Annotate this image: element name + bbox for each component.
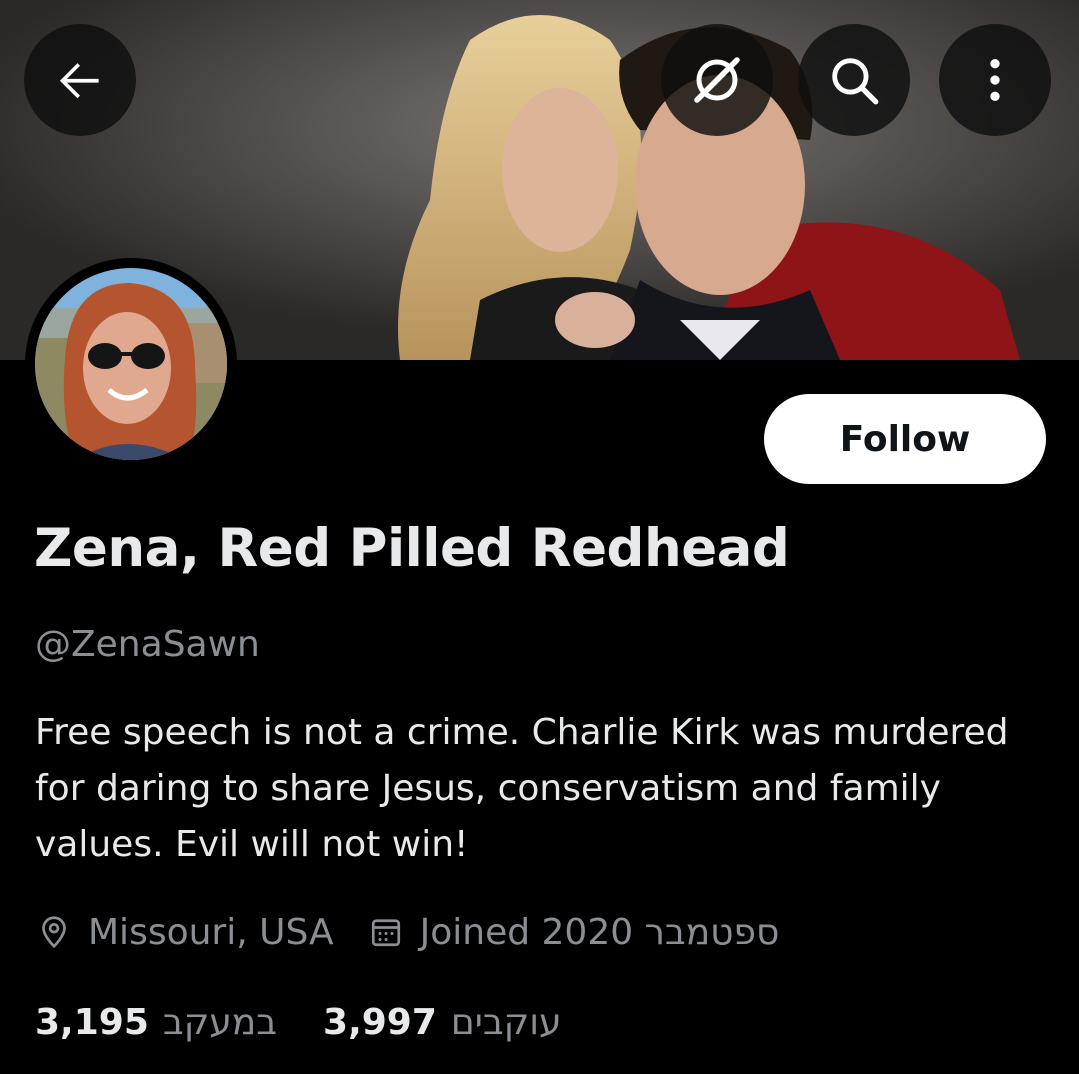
arrow-left-icon: [59, 63, 99, 99]
grok-icon: [694, 57, 740, 103]
profile-meta: Missouri, USA Joined 2020 ספטמבר: [36, 906, 779, 958]
more-vertical-icon: [990, 59, 1000, 101]
location-pin-icon: [36, 914, 72, 950]
following-count: 3,195: [35, 1001, 149, 1043]
following-stat[interactable]: 3,195 במעקב: [35, 1002, 277, 1043]
follow-stats: 3,195 במעקב 3,997 עוקבים: [35, 996, 562, 1048]
back-button[interactable]: [24, 24, 136, 136]
follow-button[interactable]: Follow: [764, 394, 1046, 484]
username-handle: @ZenaSawn: [35, 624, 260, 665]
joined-date-text: Joined 2020 ספטמבר: [419, 911, 780, 953]
profile-bio: Free speech is not a crime. Charlie Kirk…: [35, 712, 1009, 865]
avatar[interactable]: [25, 258, 237, 470]
search-button[interactable]: [798, 24, 910, 136]
followers-count: 3,997: [323, 1001, 437, 1043]
calendar-icon: [368, 914, 404, 950]
display-name: Zena, Red Pilled Redhead: [34, 518, 790, 579]
followers-label: עוקבים: [450, 1001, 562, 1043]
search-icon: [832, 58, 879, 105]
followers-stat[interactable]: 3,997 עוקבים: [323, 1002, 562, 1043]
avatar-image: [35, 268, 227, 460]
following-label: במעקב: [162, 1001, 278, 1043]
more-options-button[interactable]: [939, 24, 1051, 136]
location-text: Missouri, USA: [88, 911, 334, 953]
grok-button[interactable]: [661, 24, 773, 136]
